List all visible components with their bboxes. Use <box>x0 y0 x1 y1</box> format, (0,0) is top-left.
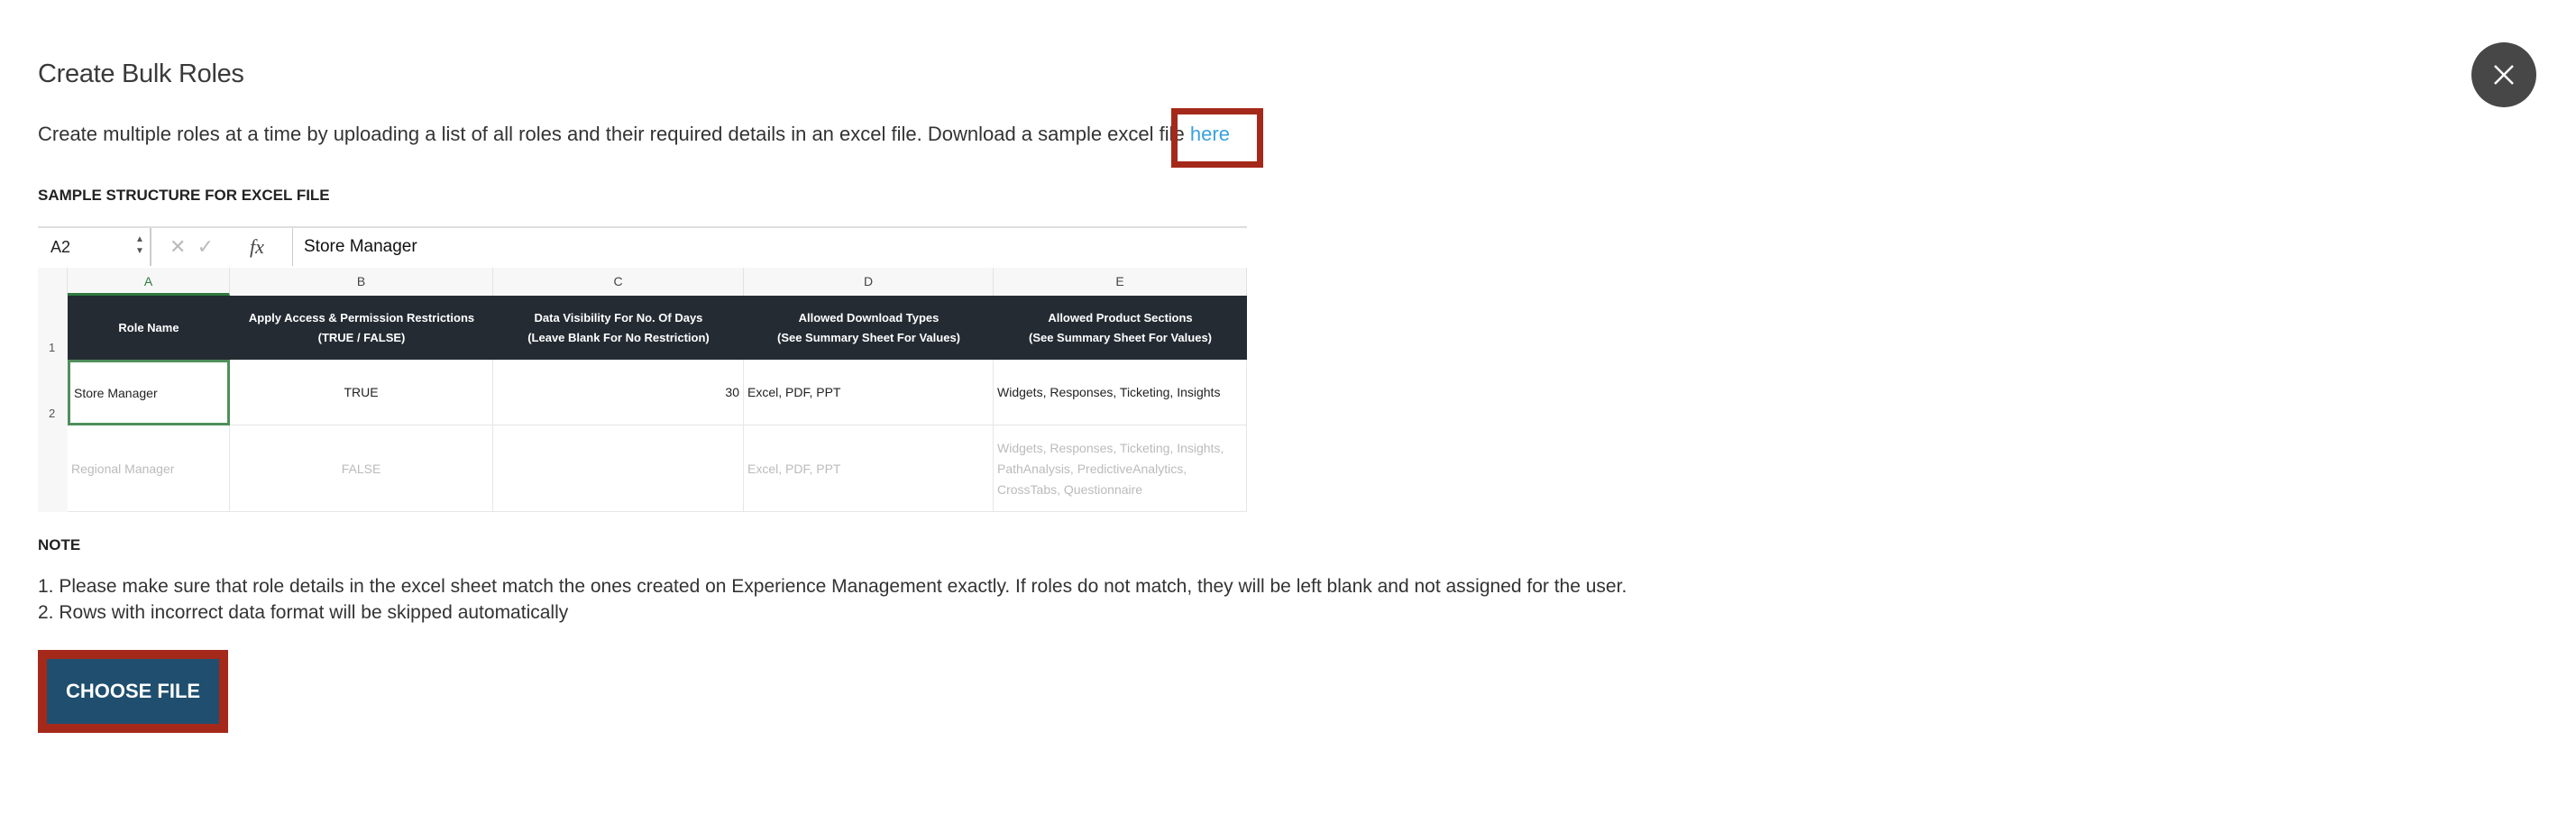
cell-visibility <box>493 425 744 512</box>
note-item-2: 2. Rows with incorrect data format will … <box>38 602 569 623</box>
header-product-sections: Allowed Product Sections (See Summary She… <box>994 296 1247 360</box>
cell-reference: A2 <box>50 238 71 256</box>
sample-excel-image: A2 ▲ ▼ ✕ ✓ fx Store Manager A B C D E 1 2… <box>38 226 1247 512</box>
cell-visibility: 30 <box>493 360 744 425</box>
cell-role-name: Store Manager <box>68 360 230 425</box>
cell-download-types: Excel, PDF, PPT <box>744 360 994 425</box>
header-access-restrictions: Apply Access & Permission Restrictions (T… <box>230 296 493 360</box>
row-number-3 <box>38 425 68 512</box>
cancel-confirm-icons: ✕ ✓ <box>170 235 215 258</box>
name-box: A2 ▲ ▼ <box>38 228 151 266</box>
highlight-box-link <box>1171 108 1263 168</box>
close-button[interactable] <box>2471 42 2536 107</box>
sample-structure-heading: SAMPLE STRUCTURE FOR EXCEL FILE <box>38 187 330 204</box>
note-item-1: 1. Please make sure that role details in… <box>38 576 1627 597</box>
dialog-title: Create Bulk Roles <box>38 59 244 88</box>
fx-icon: fx <box>250 235 264 258</box>
highlight-box-button: CHOOSE FILE <box>38 650 228 733</box>
column-header-a: A <box>68 268 230 296</box>
header-download-types: Allowed Download Types (See Summary Sheet… <box>744 296 994 360</box>
column-header-b: B <box>230 268 493 296</box>
formula-bar: A2 ▲ ▼ ✕ ✓ fx Store Manager <box>38 226 1247 270</box>
formula-value: Store Manager <box>292 228 417 266</box>
note-heading: NOTE <box>38 536 81 553</box>
cell-access: TRUE <box>230 360 493 425</box>
description-text: Create multiple roles at a time by uploa… <box>38 123 1190 145</box>
column-header-e: E <box>994 268 1247 296</box>
description: Create multiple roles at a time by uploa… <box>38 123 1230 146</box>
choose-file-button[interactable]: CHOOSE FILE <box>47 659 219 724</box>
spinner-icon: ▲ ▼ <box>135 234 144 256</box>
cell-product-sections: Widgets, Responses, Ticketing, Insights,… <box>994 425 1247 512</box>
column-header-d: D <box>744 268 994 296</box>
row-number-1: 1 <box>38 296 68 360</box>
close-icon <box>2494 65 2514 85</box>
cell-role-name: Regional Manager <box>68 425 230 512</box>
cell-download-types: Excel, PDF, PPT <box>744 425 994 512</box>
select-all-corner <box>38 268 68 296</box>
header-role-name: Role Name <box>68 296 230 360</box>
column-header-c: C <box>493 268 744 296</box>
cell-product-sections: Widgets, Responses, Ticketing, Insights <box>994 360 1247 425</box>
row-number-2: 2 <box>38 360 68 425</box>
cell-access: FALSE <box>230 425 493 512</box>
header-data-visibility: Data Visibility For No. Of Days (Leave Bl… <box>493 296 744 360</box>
